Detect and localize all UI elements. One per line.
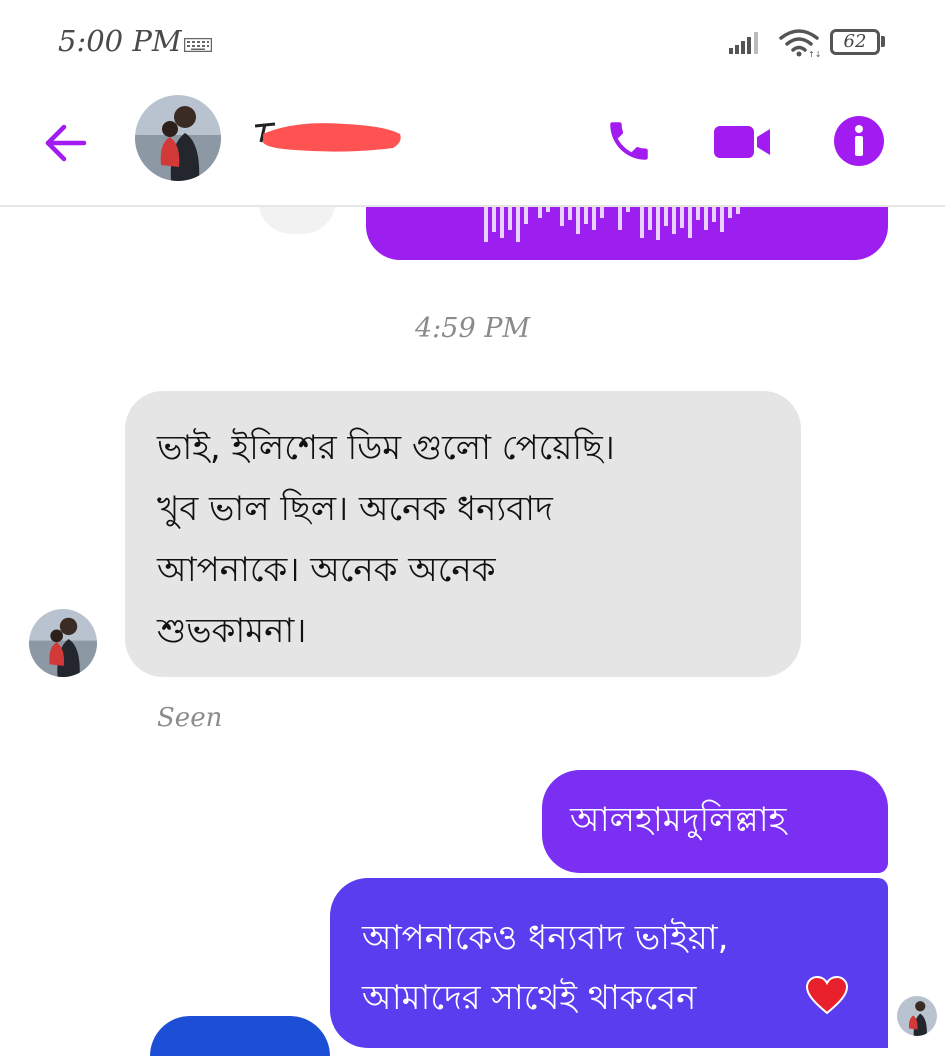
message-line: আপনাকে। অনেক অনেক bbox=[157, 550, 496, 590]
scroll-to-bottom-indicator[interactable] bbox=[150, 1016, 330, 1056]
message-line: আপনাকেও ধন্যবাদ ভাইয়া, bbox=[362, 918, 729, 958]
message-line: খুব ভাল ছিল। অনেক ধন্যবাদ bbox=[157, 489, 553, 529]
message-line: ভাই, ইলিশের ডিম গুলো পেয়েছি। bbox=[157, 428, 615, 468]
message-line: শুভকামনা। bbox=[157, 611, 307, 651]
contact-name-redacted bbox=[254, 112, 405, 152]
message-timestamp: 4:59 PM bbox=[414, 313, 531, 344]
voice-call-button[interactable] bbox=[604, 116, 654, 166]
phone-icon bbox=[610, 122, 648, 160]
message-line: আলহামদুলিল্লাহ bbox=[570, 800, 787, 840]
battery-tip bbox=[881, 36, 885, 47]
back-button[interactable] bbox=[40, 115, 96, 171]
contact-avatar[interactable] bbox=[135, 95, 221, 181]
video-call-button[interactable] bbox=[712, 118, 774, 166]
message-line: আমাদের সাথেই থাকবেন bbox=[362, 978, 697, 1018]
read-receipt-avatar bbox=[897, 996, 937, 1036]
keyboard-icon bbox=[183, 37, 213, 56]
status-bar: 5:00 PM ↑↓ 62 bbox=[0, 0, 945, 90]
sender-avatar[interactable] bbox=[29, 609, 97, 677]
video-camera-icon bbox=[714, 126, 770, 158]
outgoing-message-bubble[interactable]: আপনাকেও ধন্যবাদ ভাইয়া, আমাদের সাথেই থাক… bbox=[330, 878, 888, 1048]
outgoing-message-bubble[interactable]: আলহামদুলিল্লাহ bbox=[542, 770, 888, 873]
chat-header bbox=[0, 90, 945, 207]
svg-text:↑↓: ↑↓ bbox=[808, 50, 820, 58]
incoming-message-bubble[interactable]: ভাই, ইলিশের ডিম গুলো পেয়েছি। খুব ভাল ছি… bbox=[125, 391, 801, 677]
info-button[interactable] bbox=[833, 115, 885, 167]
wifi-icon: ↑↓ bbox=[778, 28, 821, 62]
seen-label: Seen bbox=[157, 703, 223, 733]
arrow-left-icon bbox=[45, 124, 87, 162]
status-time: 5:00 PM bbox=[58, 24, 182, 58]
heart-icon bbox=[805, 975, 849, 1015]
battery-icon: 62 bbox=[830, 29, 880, 55]
signal-icon bbox=[729, 31, 767, 59]
info-icon bbox=[834, 116, 884, 166]
